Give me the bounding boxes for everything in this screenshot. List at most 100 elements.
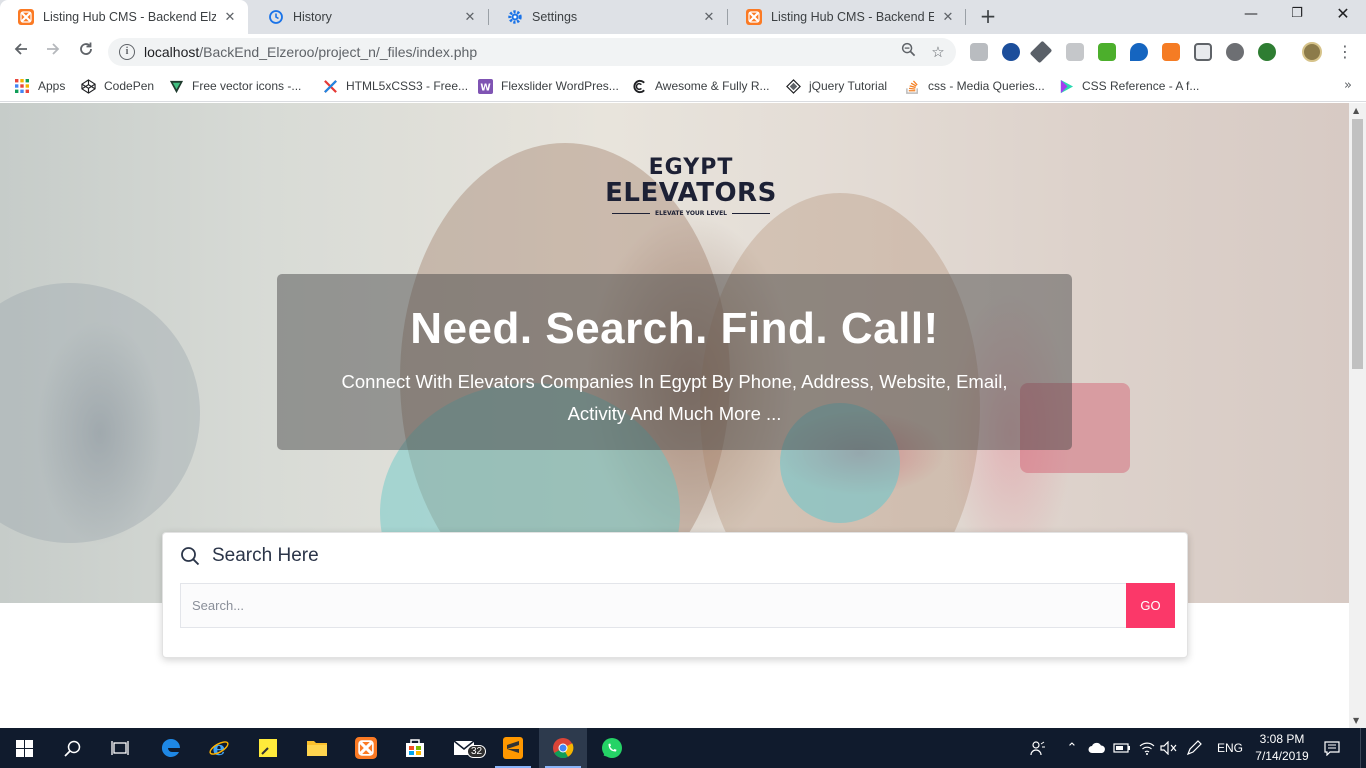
store-icon: [406, 739, 424, 757]
action-center-icon[interactable]: [1320, 728, 1344, 768]
site-logo[interactable]: EGYPT ELEVATORS ELEVATE YOUR LEVEL: [596, 155, 786, 217]
bookmark-label: Awesome & Fully R...: [655, 79, 770, 93]
eyedropper-icon[interactable]: [1029, 40, 1053, 64]
diamond-icon: [785, 78, 801, 94]
arrow-right-icon: [47, 43, 60, 55]
logo-rule: [611, 213, 650, 214]
xampp-icon: [18, 9, 34, 25]
system-clock[interactable]: 3:08 PM 7/14/2019: [1246, 731, 1318, 765]
close-icon[interactable]: ✕: [462, 9, 478, 25]
ie-icon: e: [209, 737, 229, 759]
hero-overlay: Need. Search. Find. Call! Connect With E…: [277, 274, 1072, 450]
info-icon[interactable]: i: [119, 44, 135, 60]
url-path: /BackEnd_Elzeroo/project_n/_files/index.…: [199, 44, 478, 60]
forward-button[interactable]: [40, 39, 66, 65]
close-icon[interactable]: ✕: [940, 9, 956, 25]
ext-orange-icon[interactable]: [1162, 43, 1180, 61]
tab-history[interactable]: History ✕: [250, 0, 488, 34]
bookmark-css-media-queries[interactable]: css - Media Queries...: [904, 76, 1045, 96]
bookmark-awesome-fully-r[interactable]: Awesome & Fully R...: [631, 76, 769, 96]
tab-listing-hub-active[interactable]: Listing Hub CMS - Backend Elzeroo ✕: [0, 0, 248, 34]
hero-section: EGYPT ELEVATORS ELEVATE YOUR LEVEL Need.…: [0, 103, 1349, 603]
ext-bird-icon[interactable]: [1130, 43, 1148, 61]
taskbar-sticky-notes[interactable]: [244, 728, 292, 768]
task-view-button[interactable]: [96, 728, 144, 768]
profile-avatar[interactable]: [1302, 42, 1322, 62]
taskbar-edge[interactable]: [147, 728, 195, 768]
search-input[interactable]: [180, 583, 1126, 628]
page-scrollbar[interactable]: ▲ ▼: [1349, 103, 1366, 728]
scroll-down-arrow-icon[interactable]: ▼: [1353, 716, 1359, 725]
ext-globe-icon[interactable]: [1226, 43, 1244, 61]
restore-button[interactable]: ❐: [1274, 0, 1320, 30]
address-bar[interactable]: i localhost/BackEnd_Elzeroo/project_n/_f…: [108, 38, 956, 66]
taskbar-mail[interactable]: 32: [440, 728, 488, 768]
star-icon[interactable]: ☆: [926, 40, 950, 64]
search-title: Search Here: [180, 545, 319, 567]
cors-icon[interactable]: [1098, 43, 1116, 61]
back-button[interactable]: [8, 39, 34, 65]
new-tab-button[interactable]: +: [976, 5, 1000, 29]
taskbar-xampp[interactable]: [342, 728, 390, 768]
ext-pause-icon[interactable]: [1002, 43, 1020, 61]
taskbar-store[interactable]: [391, 728, 439, 768]
bookmark-label: CodePen: [104, 79, 155, 93]
close-icon[interactable]: ✕: [701, 9, 717, 25]
bookmark-html5xcss3[interactable]: HTML5xCSS3 - Free...: [322, 76, 468, 96]
tab-title: History: [293, 10, 332, 24]
scroll-thumb[interactable]: [1352, 119, 1363, 369]
wifi-icon[interactable]: [1136, 728, 1158, 768]
chevron-up-icon[interactable]: ⌃: [1062, 728, 1082, 768]
window-close-button[interactable]: ✕: [1320, 0, 1366, 30]
apps-grid-icon: [14, 78, 30, 94]
taskbar-chrome[interactable]: [539, 728, 587, 768]
bookmark-label: jQuery Tutorial: [809, 79, 888, 93]
taskbar-whatsapp[interactable]: [588, 728, 636, 768]
people-icon[interactable]: [1026, 728, 1050, 768]
zoom-icon[interactable]: [896, 40, 920, 64]
bookmark-jquery-tutorial[interactable]: jQuery Tutorial: [785, 76, 887, 96]
svg-text:W: W: [480, 82, 491, 93]
onedrive-cloud-icon[interactable]: [1086, 728, 1108, 768]
logo-line1: EGYPT: [648, 155, 734, 180]
language-indicator[interactable]: ENG: [1212, 728, 1248, 768]
close-icon[interactable]: ✕: [222, 9, 238, 25]
svg-text:e: e: [213, 737, 226, 759]
minimize-button[interactable]: —: [1228, 0, 1274, 30]
taskbar-sublime-text[interactable]: [489, 728, 537, 768]
scroll-up-arrow-icon[interactable]: ▲: [1353, 106, 1359, 115]
tab-title: Listing Hub CMS - Backend Elzeroo: [43, 10, 216, 24]
show-desktop-button[interactable]: [1360, 728, 1366, 768]
bookmark-flexslider[interactable]: W Flexslider WordPres...: [477, 76, 619, 96]
speaker-muted-icon[interactable]: [1158, 728, 1180, 768]
taskbar-internet-explorer[interactable]: e: [195, 728, 243, 768]
bookmark-label: Free vector icons -...: [192, 79, 302, 93]
bookmark-apps[interactable]: Apps: [14, 76, 65, 96]
download-ext-icon[interactable]: [970, 43, 988, 61]
ext-code-icon[interactable]: [1194, 43, 1212, 61]
tab-settings[interactable]: Settings ✕: [489, 0, 727, 34]
menu-kebab-icon[interactable]: ⋮: [1332, 39, 1358, 65]
battery-icon[interactable]: [1111, 728, 1133, 768]
go-button[interactable]: GO: [1126, 583, 1175, 628]
hero-headline: Need. Search. Find. Call!: [410, 304, 939, 353]
download-ext-icon-2[interactable]: [1066, 43, 1084, 61]
taskbar-file-explorer[interactable]: [293, 728, 341, 768]
hero-subtitle: Connect With Elevators Companies In Egyp…: [341, 371, 1008, 424]
search-button[interactable]: [48, 728, 96, 768]
search-card: Search Here GO: [162, 532, 1188, 658]
folder-icon: [307, 741, 327, 756]
sublime-icon: [503, 737, 523, 759]
url-text[interactable]: localhost/BackEnd_Elzeroo/project_n/_fil…: [144, 44, 896, 60]
chevron-double-right-icon[interactable]: »: [1344, 78, 1352, 93]
start-button[interactable]: [0, 728, 48, 768]
bookmark-codepen[interactable]: CodePen: [80, 76, 154, 96]
tab-listing-hub[interactable]: Listing Hub CMS - Backend Elzeroo ✕: [728, 0, 966, 34]
logo-tagline: ELEVATE YOUR LEVEL: [654, 210, 727, 217]
ext-earth-icon[interactable]: [1258, 43, 1276, 61]
browser-toolbar: i localhost/BackEnd_Elzeroo/project_n/_f…: [0, 34, 1366, 70]
bookmark-free-vector-icons[interactable]: Free vector icons -...: [168, 76, 301, 96]
bookmark-css-reference[interactable]: CSS Reference - A f...: [1058, 76, 1199, 96]
pen-icon[interactable]: [1183, 728, 1205, 768]
reload-button[interactable]: [73, 39, 99, 65]
